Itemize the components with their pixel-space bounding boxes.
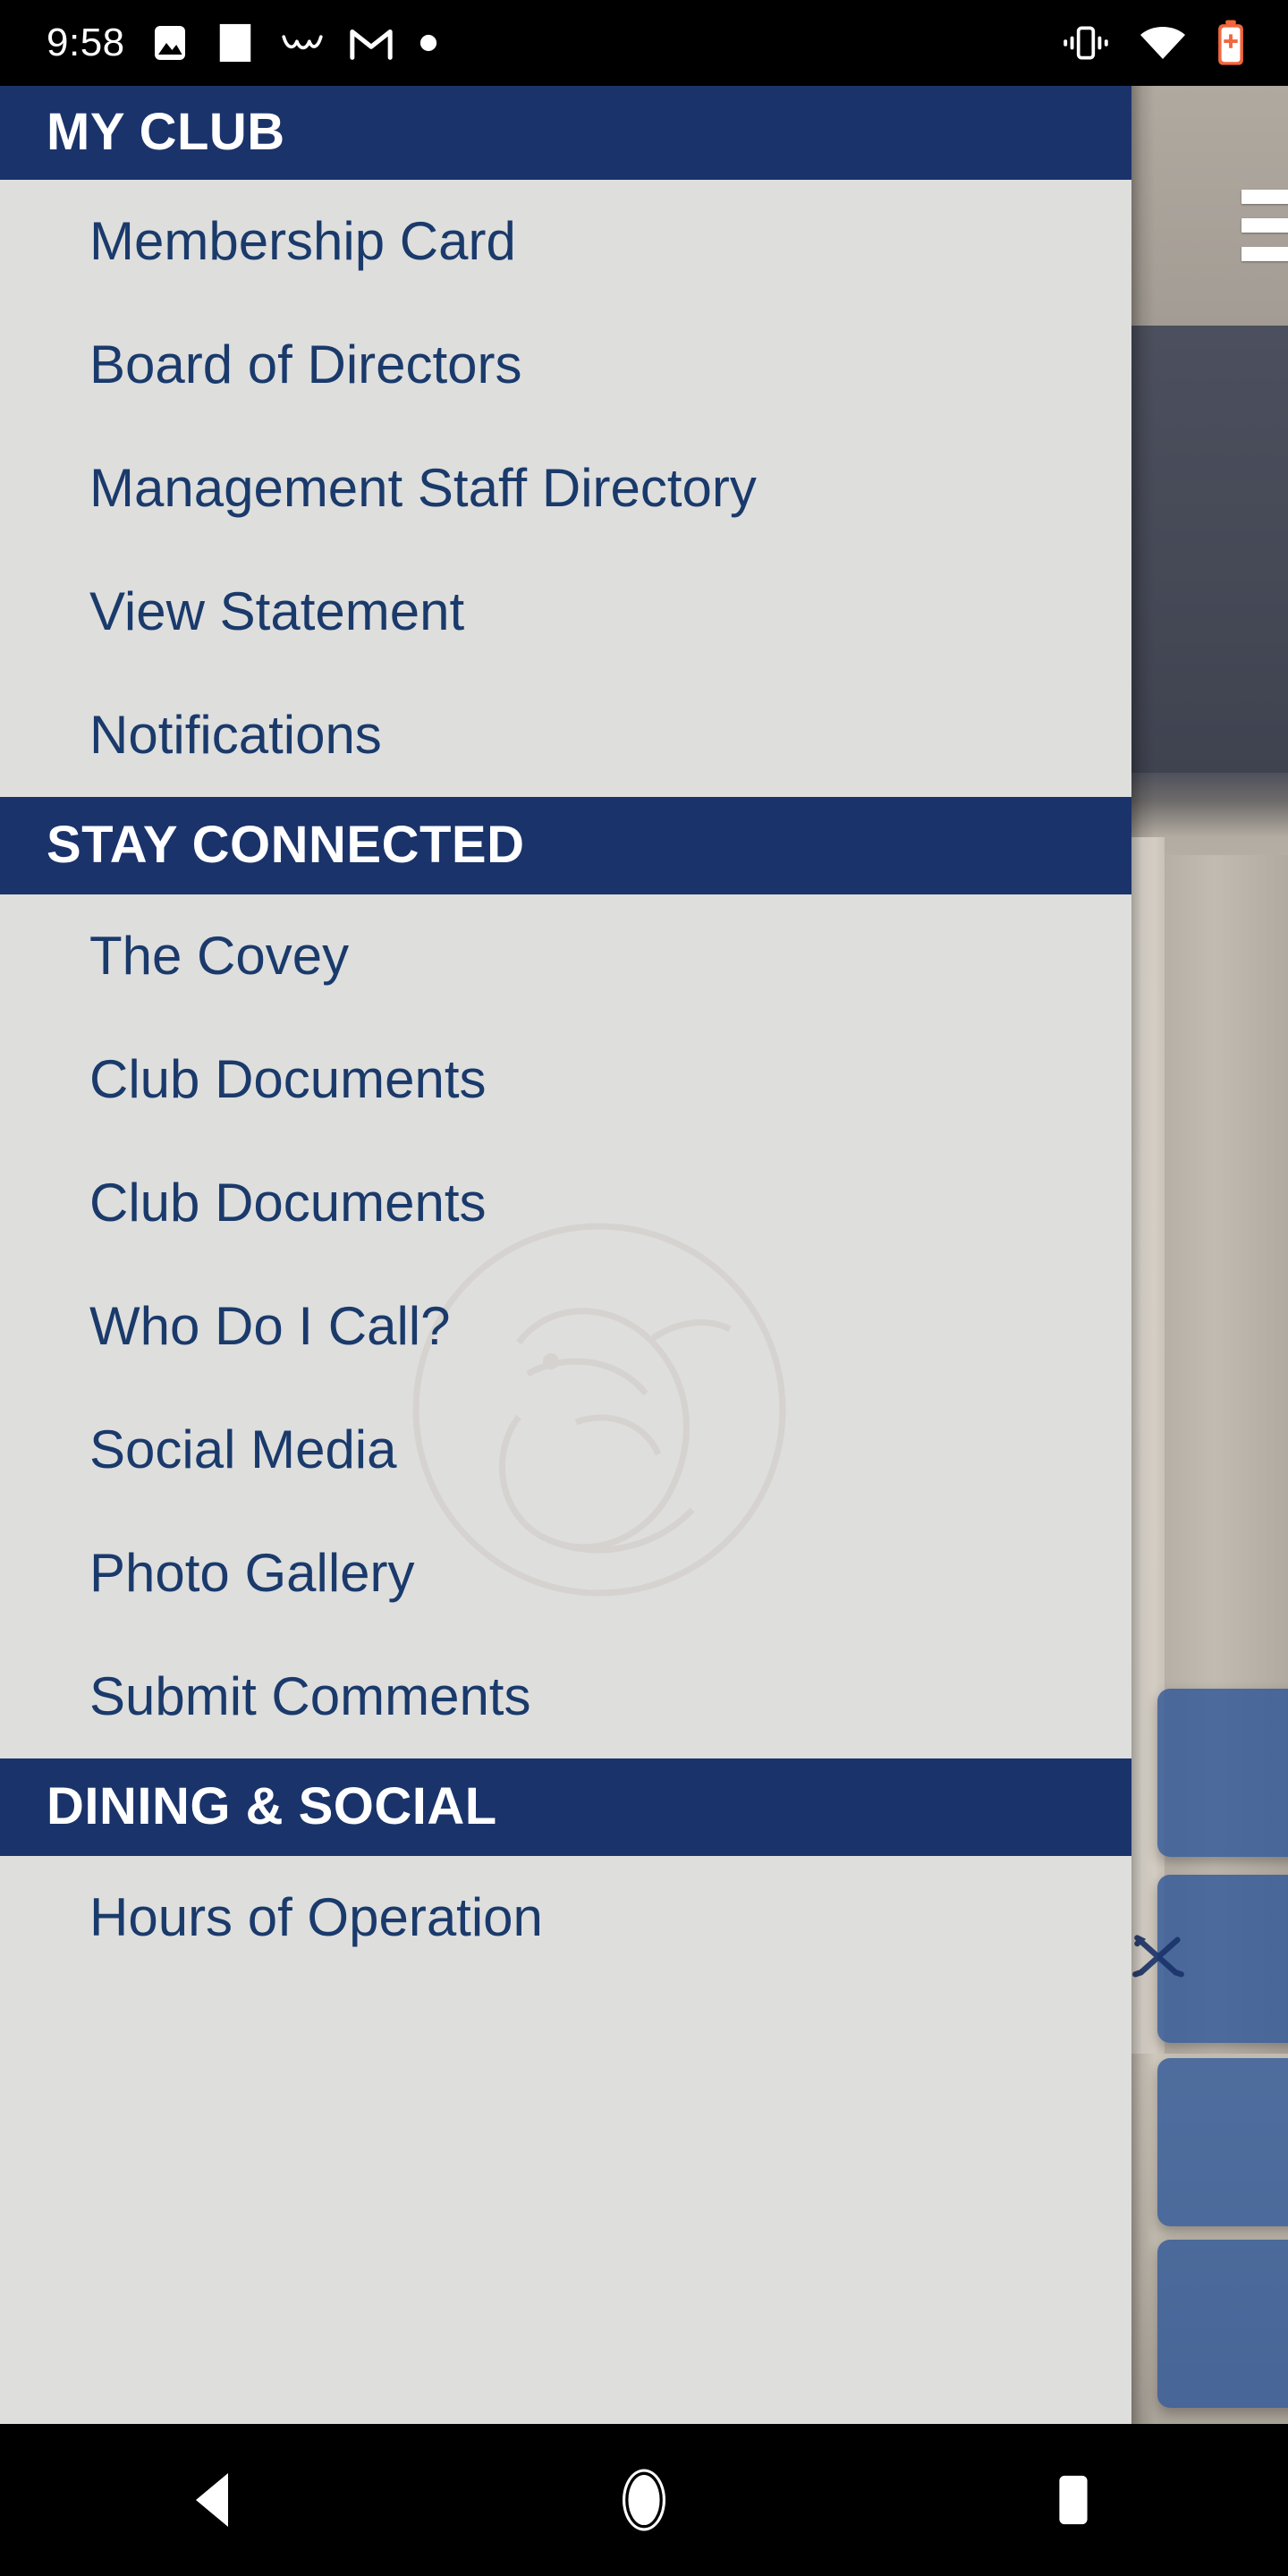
menu-item-club-documents-1[interactable]: Club Documents <box>0 1018 1131 1141</box>
menu-item-hours-of-operation[interactable]: Hours of Operation <box>0 1856 1131 1979</box>
hamburger-bar-1 <box>1241 190 1288 204</box>
wellness-icon <box>282 35 323 50</box>
golf-clubs-icon <box>1132 1935 1184 1978</box>
gmail-icon <box>349 30 393 60</box>
wifi-icon <box>1140 27 1185 59</box>
photo-tv <box>1125 326 1288 773</box>
recents-square-icon <box>1059 2475 1088 2525</box>
hamburger-menu-icon[interactable] <box>1241 190 1288 261</box>
menu-item-club-documents-2[interactable]: Club Documents <box>0 1141 1131 1265</box>
menu-item-the-covey[interactable]: The Covey <box>0 894 1131 1018</box>
home-tile-4[interactable] <box>1157 2240 1288 2408</box>
home-circle-icon <box>623 2469 665 2531</box>
drawer-content: MY CLUB Membership Card Board of Directo… <box>0 86 1131 1979</box>
navigation-drawer: MY CLUB Membership Card Board of Directo… <box>0 86 1131 2424</box>
home-tile-3[interactable] <box>1157 2058 1288 2226</box>
status-bar-right <box>1061 19 1288 67</box>
section-header-my-club: MY CLUB <box>0 86 1131 180</box>
more-notifications-dot-icon <box>419 34 436 52</box>
section-header-dining-and-social: DINING & SOCIAL <box>0 1758 1131 1856</box>
menu-item-board-of-directors[interactable]: Board of Directors <box>0 303 1131 427</box>
menu-item-management-staff-directory[interactable]: Management Staff Directory <box>0 427 1131 550</box>
menu-item-notifications[interactable]: Notifications <box>0 674 1131 797</box>
menu-item-photo-gallery[interactable]: Photo Gallery <box>0 1512 1131 1635</box>
menu-item-view-statement[interactable]: View Statement <box>0 550 1131 674</box>
phone-screen: MY CLUB Membership Card Board of Directo… <box>0 0 1288 2576</box>
home-button[interactable] <box>555 2424 733 2576</box>
section-header-stay-connected: STAY CONNECTED <box>0 797 1131 894</box>
menu-item-who-do-i-call[interactable]: Who Do I Call? <box>0 1265 1131 1388</box>
status-bar-left: 9:58 <box>0 20 1061 66</box>
battery-saver-icon <box>1218 20 1243 65</box>
hamburger-bar-3 <box>1241 247 1288 261</box>
photos-icon <box>154 26 185 60</box>
android-navigation-bar <box>0 2424 1288 2576</box>
status-bar-clock: 9:58 <box>47 21 125 64</box>
hamburger-bar-2 <box>1241 218 1288 233</box>
back-triangle-icon <box>196 2473 228 2527</box>
menu-item-submit-comments[interactable]: Submit Comments <box>0 1635 1131 1758</box>
back-button[interactable] <box>125 2424 304 2576</box>
home-tile-1[interactable] <box>1157 1689 1288 1857</box>
blank-notification-icon <box>219 23 250 63</box>
recents-button[interactable] <box>984 2424 1163 2576</box>
menu-item-membership-card[interactable]: Membership Card <box>0 180 1131 303</box>
vibrate-mode-icon <box>1063 26 1108 60</box>
home-tile-2[interactable] <box>1132 1875 1288 2043</box>
status-bar: 9:58 <box>0 0 1288 86</box>
menu-item-social-media[interactable]: Social Media <box>0 1388 1131 1512</box>
